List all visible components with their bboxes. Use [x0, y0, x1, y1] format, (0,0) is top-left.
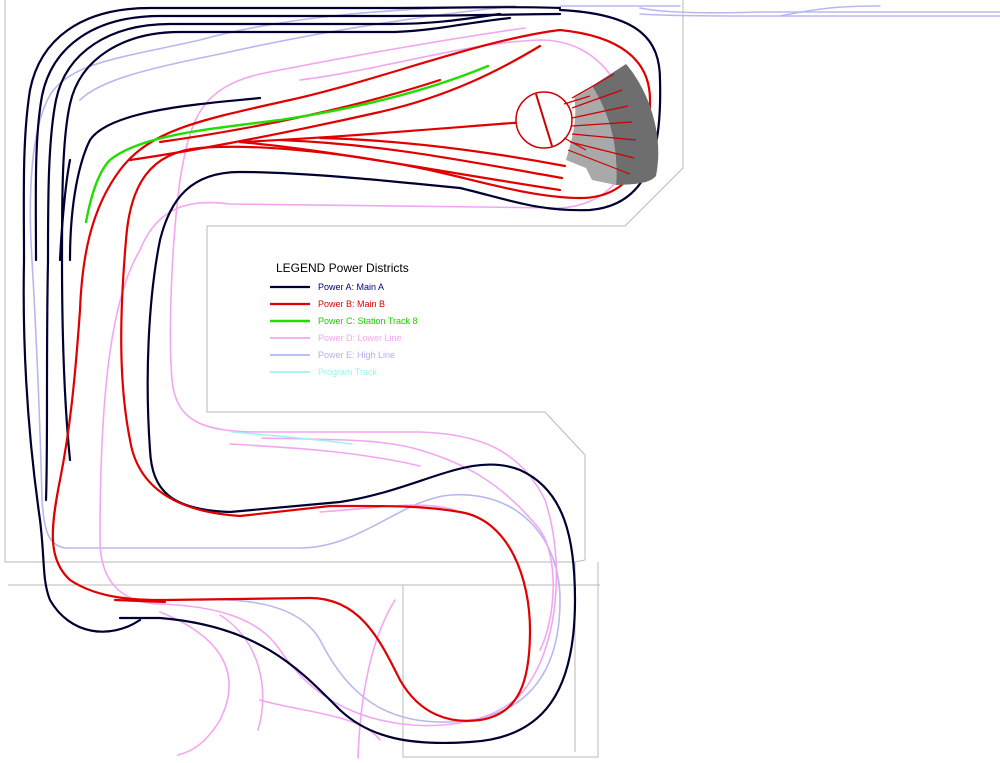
station-track-8 [84, 64, 490, 224]
legend: LEGEND Power Districts Power A: Main A P… [270, 261, 418, 377]
high-line-tracks [29, 5, 1000, 723]
legend-label-c: Power C: Station Track 8 [318, 316, 418, 326]
legend-label-b: Power B: Main B [318, 299, 385, 309]
program-track [231, 431, 353, 445]
track-plan-svg: LEGEND Power Districts Power A: Main A P… [4, 0, 1000, 759]
legend-label-a: Power A: Main A [318, 282, 384, 292]
turntable [515, 91, 573, 149]
track-plan-diagram: LEGEND Power Districts Power A: Main A P… [0, 0, 1000, 763]
legend-title: LEGEND Power Districts [276, 261, 409, 275]
legend-item-d: Power D: Lower Line [270, 333, 402, 343]
legend-label-program: Program Track [318, 367, 378, 377]
legend-label-e: Power E: High Line [318, 350, 395, 360]
legend-item-e: Power E: High Line [270, 350, 395, 360]
legend-item-a: Power A: Main A [270, 282, 384, 292]
legend-item-program: Program Track [270, 367, 378, 377]
roundhouse [563, 64, 659, 185]
legend-item-c: Power C: Station Track 8 [270, 316, 418, 326]
legend-label-d: Power D: Lower Line [318, 333, 402, 343]
legend-item-b: Power B: Main B [270, 299, 385, 309]
